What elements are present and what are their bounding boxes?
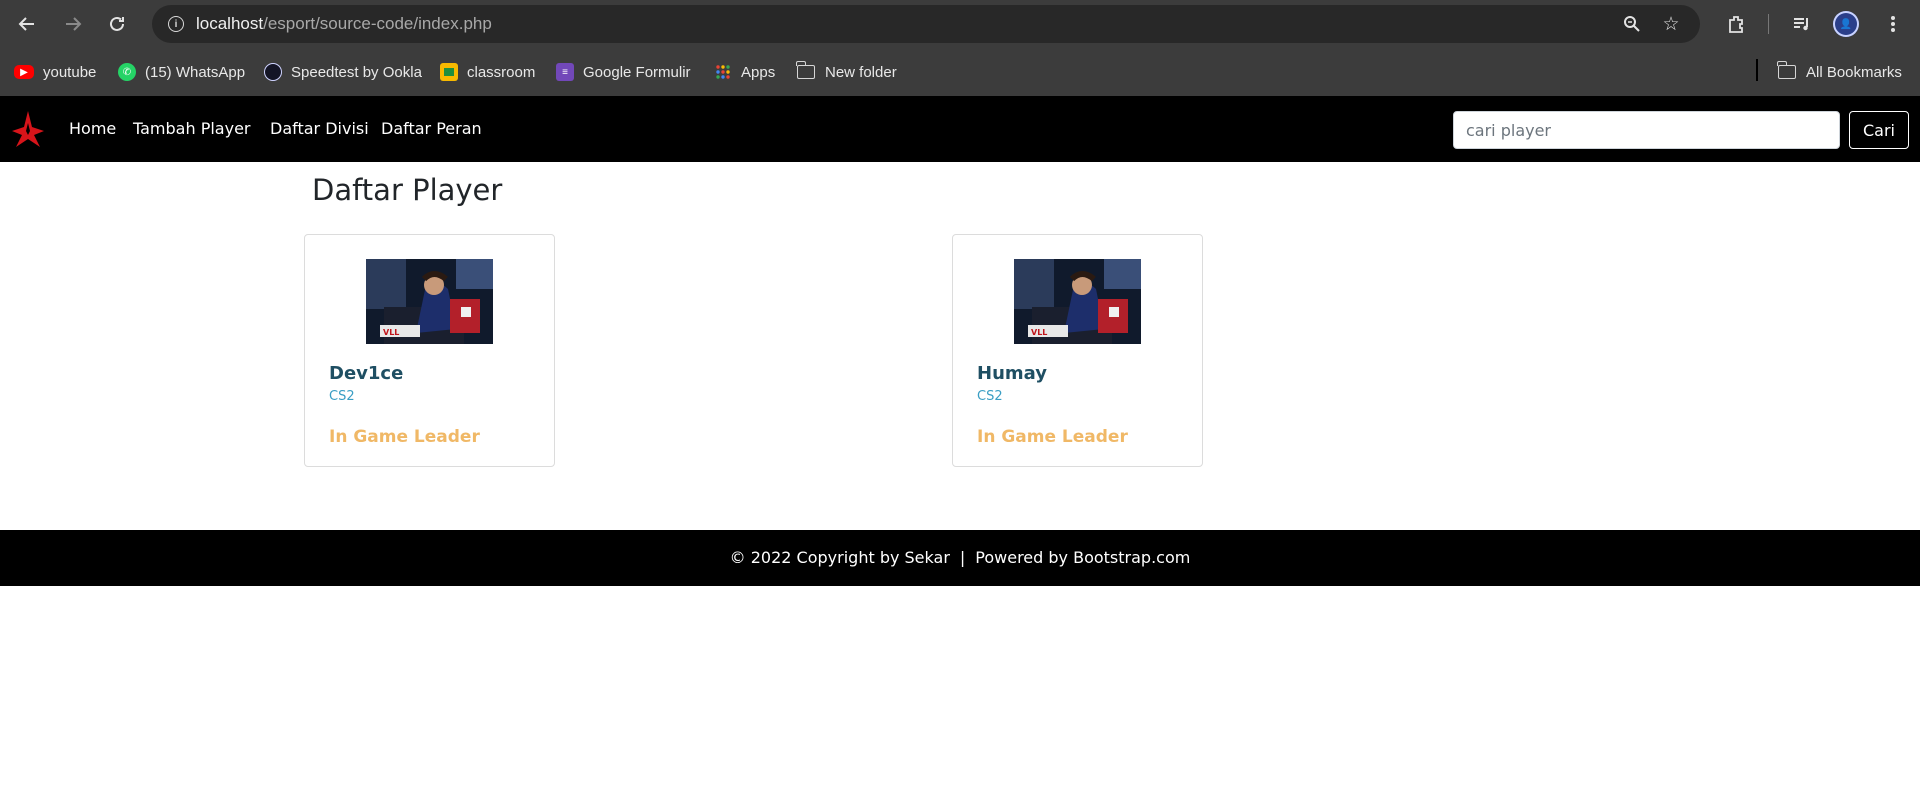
folder-icon [1777, 61, 1796, 79]
profile-avatar[interactable]: 👤 [1833, 11, 1859, 37]
whatsapp-icon: ✆ [118, 63, 136, 81]
nav-daftar-divisi-link[interactable]: Daftar Divisi [270, 119, 369, 138]
nav-tambah-player-link[interactable]: Tambah Player [133, 119, 251, 138]
bookmark-label: Speedtest by Ookla [291, 63, 422, 81]
player-game: CS2 [329, 389, 355, 404]
player-name[interactable]: Humay [977, 363, 1047, 384]
player-role: In Game Leader [329, 427, 480, 447]
nav-daftar-peran-link[interactable]: Daftar Peran [381, 119, 482, 138]
player-photo: VLL [366, 259, 493, 344]
astralis-logo-icon[interactable] [10, 109, 46, 149]
footer-powered-by: Powered by Bootstrap.com [975, 548, 1191, 567]
address-bar[interactable]: i localhost/esport/source-code/index.php… [152, 5, 1700, 43]
player-photo: VLL [1014, 259, 1141, 344]
footer-divider: | [959, 548, 966, 567]
bookmarks-bar: ▶ youtube ✆ (15) WhatsApp Speedtest by O… [0, 48, 1920, 96]
footer-copyright: © 2022 Copyright by Sekar [729, 548, 950, 567]
bookmark-whatsapp[interactable]: ✆ (15) WhatsApp [118, 59, 245, 85]
zoom-icon[interactable] [1618, 10, 1646, 38]
all-bookmarks-button[interactable]: All Bookmarks [1777, 59, 1902, 85]
apps-grid-icon [714, 63, 732, 81]
svg-text:VLL: VLL [383, 328, 399, 337]
reload-icon [110, 16, 124, 31]
bookmarks-divider [1756, 59, 1758, 81]
player-role: In Game Leader [977, 427, 1128, 447]
bookmark-classroom[interactable]: classroom [440, 59, 535, 85]
forward-button[interactable] [59, 10, 87, 38]
youtube-icon: ▶ [14, 65, 34, 79]
bookmark-google-formulir[interactable]: ≡ Google Formulir [556, 59, 691, 85]
media-queue-icon[interactable] [1788, 10, 1816, 38]
bookmark-label: classroom [467, 63, 536, 81]
arrow-right-icon [66, 17, 82, 31]
bookmark-label: (15) WhatsApp [145, 63, 246, 81]
bookmark-youtube[interactable]: ▶ youtube [14, 59, 96, 85]
arrow-left-icon [18, 17, 34, 31]
reload-button[interactable] [103, 10, 131, 38]
bookmark-label: Apps [741, 63, 776, 81]
site-navbar: Home Tambah Player Daftar Divisi Daftar … [0, 96, 1920, 162]
classroom-icon [440, 63, 458, 81]
player-name[interactable]: Dev1ce [329, 363, 403, 384]
page-footer: © 2022 Copyright by Sekar | Powered by Boo… [0, 530, 1920, 586]
back-button[interactable] [13, 10, 41, 38]
bookmark-star-icon[interactable]: ☆ [1657, 10, 1685, 38]
search-player-input[interactable] [1453, 111, 1840, 149]
extensions-icon[interactable] [1722, 10, 1750, 38]
bookmark-label: Google Formulir [583, 63, 691, 81]
more-menu-icon[interactable] [1879, 10, 1907, 38]
bookmark-label: youtube [43, 63, 97, 81]
bookmark-speedtest[interactable]: Speedtest by Ookla [264, 59, 422, 85]
player-card[interactable]: VLL Humay CS2 In Game Leader [952, 234, 1203, 467]
browser-toolbar: i localhost/esport/source-code/index.php… [0, 0, 1920, 48]
player-game: CS2 [977, 389, 1003, 404]
site-info-icon[interactable]: i [162, 10, 190, 38]
search-button[interactable]: Cari [1849, 111, 1909, 149]
all-bookmarks-label: All Bookmarks [1806, 63, 1902, 81]
bookmark-apps[interactable]: Apps [714, 59, 775, 85]
google-forms-icon: ≡ [556, 63, 574, 81]
bookmark-new-folder[interactable]: New folder [796, 59, 897, 85]
svg-text:VLL: VLL [1031, 328, 1047, 337]
speedtest-icon [264, 63, 282, 81]
player-card[interactable]: VLL Dev1ce CS2 In Game Leader [304, 234, 555, 467]
page-title: Daftar Player [312, 173, 503, 207]
bookmark-label: New folder [825, 63, 897, 81]
nav-home-link[interactable]: Home [69, 119, 116, 138]
folder-icon [796, 61, 815, 79]
toolbar-divider [1768, 14, 1769, 34]
url-text[interactable]: localhost/esport/source-code/index.php [196, 5, 492, 43]
